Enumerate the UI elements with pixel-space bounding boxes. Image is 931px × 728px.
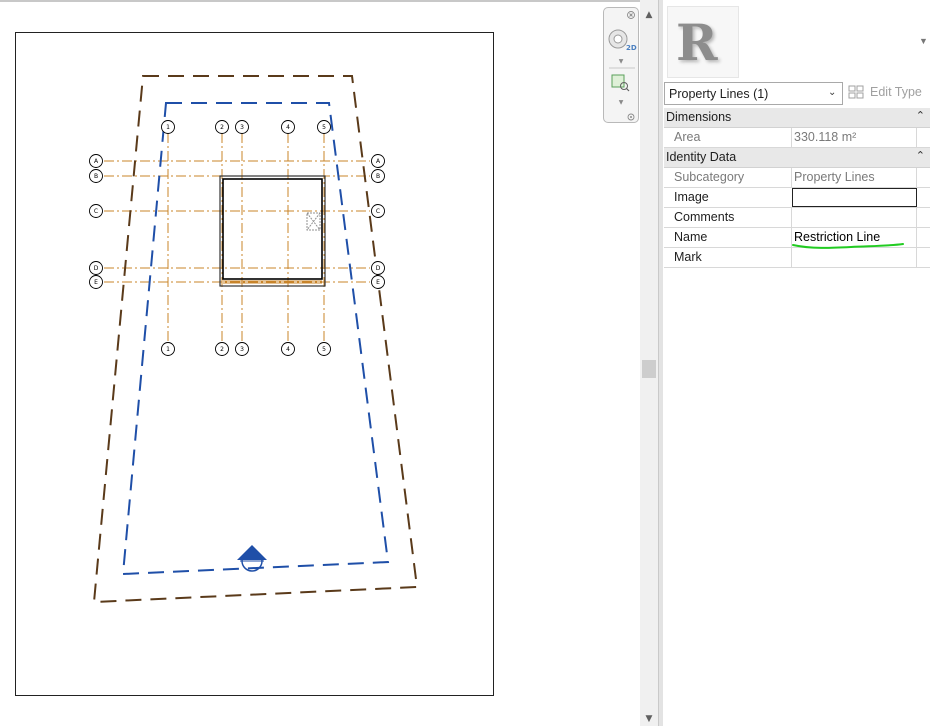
site-plan-drawing[interactable]: A B C D E A B C D E 1 2 3 4 5 1 2 3 4 5 (0, 2, 640, 728)
svg-text:2D: 2D (626, 44, 637, 52)
svg-text:C: C (94, 208, 98, 215)
svg-text:4: 4 (286, 346, 290, 353)
svg-text:E: E (376, 279, 380, 286)
svg-text:B: B (94, 173, 98, 180)
scroll-down-arrow-icon[interactable]: ▼ (640, 712, 658, 726)
sheet-border (15, 32, 494, 696)
grid-bubble: 5 (317, 342, 331, 356)
property-label: Mark (674, 250, 702, 264)
collapse-icon[interactable]: ⌃ (916, 109, 925, 122)
svg-text:5: 5 (322, 346, 326, 353)
grid-bubble: E (371, 275, 385, 289)
edit-type-icon (848, 85, 864, 99)
type-selector-dropdown[interactable]: Property Lines (1) ⌄ (664, 82, 843, 105)
property-label: Name (674, 230, 708, 244)
property-label: Area (674, 130, 701, 144)
property-label: Comments (674, 210, 735, 224)
steering-wheel-icon[interactable]: 2D (608, 29, 637, 52)
type-selector-value: Property Lines (1) (669, 87, 769, 101)
svg-text:2: 2 (220, 346, 224, 353)
property-row-subcategory: Subcategory Property Lines (664, 168, 930, 188)
chevron-down-icon: ⌄ (828, 87, 837, 98)
grid-bubble: 4 (281, 342, 295, 356)
properties-palette: R ▼ Property Lines (1) ⌄ Edit Type Dimen… (663, 0, 931, 726)
scrollbar-thumb[interactable] (642, 360, 656, 378)
grid-bubble: 1 (161, 120, 175, 134)
close-icon[interactable] (627, 11, 635, 19)
settings-icon[interactable] (627, 113, 635, 121)
svg-text:1: 1 (166, 124, 170, 131)
chevron-down-icon[interactable]: ▼ (919, 36, 928, 46)
image-value-field[interactable] (792, 188, 917, 207)
navigation-bar[interactable]: 2D ▼ ▼ (603, 7, 639, 123)
grid-bubble: B (371, 169, 385, 183)
grid-bubble: E (89, 275, 103, 289)
scroll-up-arrow-icon[interactable]: ▲ (640, 8, 658, 22)
grid-bubble: 5 (317, 120, 331, 134)
grid-bubble: D (89, 261, 103, 275)
svg-text:D: D (94, 265, 99, 272)
grid-bubble: A (89, 154, 103, 168)
svg-text:5: 5 (322, 124, 326, 131)
property-row-comments[interactable]: Comments (664, 208, 930, 228)
group-header-dimensions[interactable]: Dimensions ⌃ (664, 108, 930, 128)
property-label: Image (674, 190, 709, 204)
svg-text:D: D (376, 265, 381, 272)
svg-text:B: B (376, 173, 380, 180)
property-label: Subcategory (674, 170, 745, 184)
svg-text:2: 2 (220, 124, 224, 131)
grid-bubble: A (371, 154, 385, 168)
group-label: Dimensions (666, 110, 732, 124)
svg-text:1: 1 (166, 346, 170, 353)
edit-type-button[interactable]: Edit Type (848, 82, 928, 105)
grid-bubble: 2 (215, 120, 229, 134)
type-preview-thumbnail: R (667, 6, 739, 78)
grid-bubble: C (89, 204, 103, 218)
svg-text:E: E (94, 279, 98, 286)
revit-logo-icon: R (676, 13, 718, 72)
drawing-canvas[interactable]: A B C D E A B C D E 1 2 3 4 5 1 2 3 4 5 (0, 0, 640, 726)
chevron-down-icon: ▼ (619, 58, 624, 65)
edit-type-label: Edit Type (870, 85, 922, 99)
collapse-icon[interactable]: ⌃ (916, 149, 925, 162)
svg-text:3: 3 (240, 346, 244, 353)
vertical-scrollbar[interactable]: ▲ ▼ (640, 0, 658, 726)
group-header-identity-data[interactable]: Identity Data ⌃ (664, 148, 930, 168)
property-value: 330.118 m² (794, 130, 857, 144)
grid-bubble: 3 (235, 120, 249, 134)
zoom-region-icon[interactable] (611, 74, 630, 92)
grid-bubble: 4 (281, 120, 295, 134)
chevron-down-icon: ▼ (619, 99, 624, 106)
property-value: Property Lines (794, 170, 875, 184)
grid-bubble: B (89, 169, 103, 183)
property-row-area: Area 330.118 m² (664, 128, 930, 148)
grid-bubble: 2 (215, 342, 229, 356)
grid-bubble: D (371, 261, 385, 275)
property-row-mark[interactable]: Mark (664, 248, 930, 268)
svg-text:C: C (376, 208, 380, 215)
svg-text:3: 3 (240, 124, 244, 131)
grid-bubble: 3 (235, 342, 249, 356)
grid-bubble: C (371, 204, 385, 218)
svg-text:4: 4 (286, 124, 290, 131)
grid-bubble: 1 (161, 342, 175, 356)
group-label: Identity Data (666, 150, 737, 164)
property-row-image[interactable]: Image (664, 188, 930, 208)
